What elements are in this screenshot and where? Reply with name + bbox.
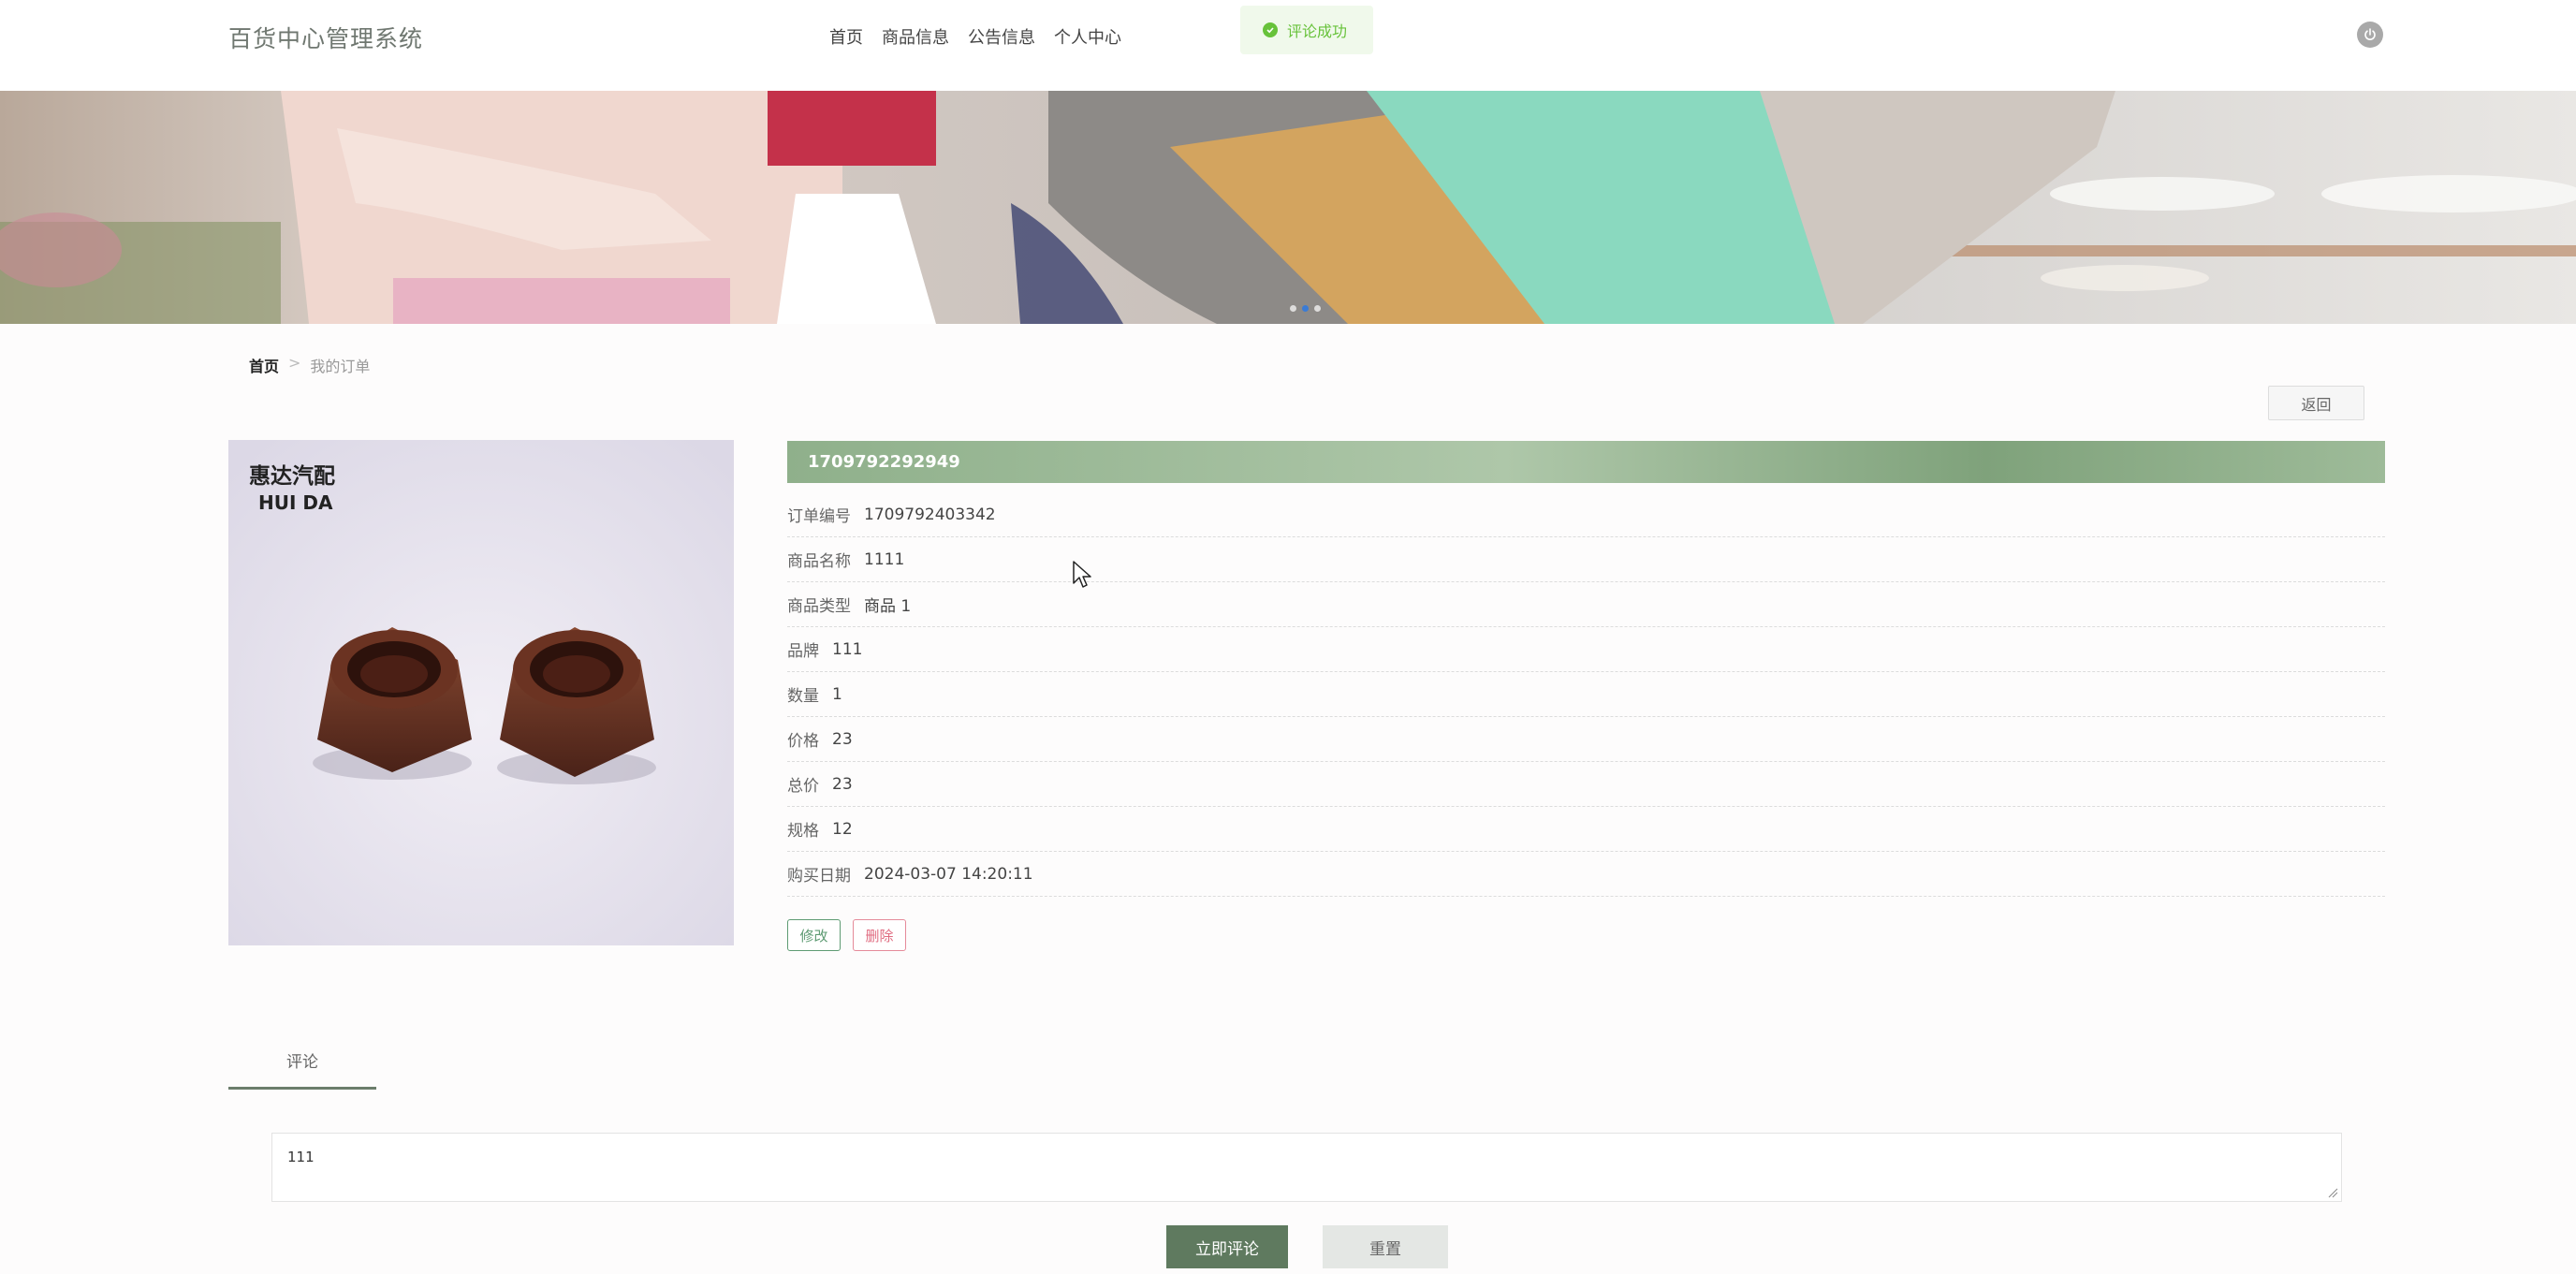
- carousel-dot-active[interactable]: [1302, 305, 1309, 312]
- breadcrumb-home[interactable]: 首页: [249, 354, 279, 376]
- mouse-cursor-icon: [1073, 561, 1091, 588]
- info-value: 12: [832, 819, 853, 839]
- info-value: 23: [832, 774, 853, 794]
- comment-input[interactable]: 111: [271, 1133, 2342, 1202]
- info-value: 23: [832, 729, 853, 749]
- main-nav: 首页 商品信息 公告信息 个人中心: [829, 24, 1121, 49]
- carousel-indicators: [1290, 305, 1321, 312]
- toast-message: 评论成功: [1287, 22, 1348, 40]
- info-row-price: 价格 23: [787, 717, 2385, 762]
- back-button[interactable]: 返回: [2268, 386, 2364, 420]
- info-row-product-name: 商品名称 1111: [787, 537, 2385, 582]
- nav-item-home[interactable]: 首页: [829, 24, 863, 49]
- info-row-purchase-date: 购买日期 2024-03-07 14:20:11: [787, 852, 2385, 897]
- check-circle-icon: [1263, 22, 1278, 37]
- info-label: 商品名称: [787, 552, 851, 571]
- carousel-dot[interactable]: [1290, 305, 1296, 312]
- info-label: 数量: [787, 687, 819, 706]
- product-photo-nuts: 惠达汽配 HUI DA: [228, 440, 734, 945]
- info-row-product-type: 商品类型 商品 1: [787, 582, 2385, 627]
- info-value: 111: [832, 639, 863, 659]
- info-label: 总价: [787, 777, 819, 796]
- info-row-brand: 品牌 111: [787, 627, 2385, 672]
- breadcrumb-current: 我的订单: [310, 358, 371, 375]
- reset-button[interactable]: 重置: [1323, 1225, 1448, 1268]
- submit-comment-button[interactable]: 立即评论: [1166, 1225, 1288, 1268]
- info-label: 品牌: [787, 642, 819, 661]
- nav-item-notices[interactable]: 公告信息: [968, 24, 1035, 49]
- info-value: 1709792403342: [864, 505, 996, 524]
- info-row-quantity: 数量 1: [787, 672, 2385, 717]
- delete-button[interactable]: 删除: [853, 919, 906, 951]
- info-row-order-no: 订单编号 1709792403342: [787, 492, 2385, 537]
- info-value: 商品 1: [864, 597, 912, 616]
- info-label: 价格: [787, 732, 819, 751]
- breadcrumb-separator: >: [288, 354, 301, 372]
- success-toast: 评论成功: [1240, 6, 1373, 54]
- banner-shopping-image: [0, 91, 2576, 324]
- top-header: 百货中心管理系统 首页 商品信息 公告信息 个人中心 评论成功: [0, 0, 2576, 91]
- info-label: 订单编号: [787, 507, 851, 526]
- info-label: 规格: [787, 822, 819, 841]
- info-value: 1111: [864, 549, 905, 569]
- tab-comments[interactable]: 评论: [228, 1048, 376, 1090]
- info-value: 1: [832, 684, 842, 704]
- nav-item-profile[interactable]: 个人中心: [1054, 24, 1121, 49]
- banner-carousel[interactable]: [0, 91, 2576, 324]
- product-brand-cn: 惠达汽配: [249, 463, 335, 489]
- info-row-total: 总价 23: [787, 762, 2385, 807]
- info-value: 2024-03-07 14:20:11: [864, 864, 1033, 884]
- site-title: 百货中心管理系统: [228, 25, 424, 52]
- product-brand-en: HUI DA: [258, 491, 333, 514]
- nav-item-products[interactable]: 商品信息: [882, 24, 949, 49]
- logout-power-icon[interactable]: [2357, 22, 2383, 48]
- info-label: 购买日期: [787, 867, 851, 886]
- edit-button[interactable]: 修改: [787, 919, 841, 951]
- carousel-dot[interactable]: [1314, 305, 1321, 312]
- resize-handle-icon[interactable]: [2327, 1187, 2338, 1198]
- product-image: 惠达汽配 HUI DA: [228, 440, 734, 945]
- info-label: 商品类型: [787, 597, 851, 616]
- breadcrumb: 首页 > 我的订单: [249, 354, 370, 376]
- info-row-spec: 规格 12: [787, 807, 2385, 852]
- order-title-bar: 1709792292949: [787, 441, 2385, 483]
